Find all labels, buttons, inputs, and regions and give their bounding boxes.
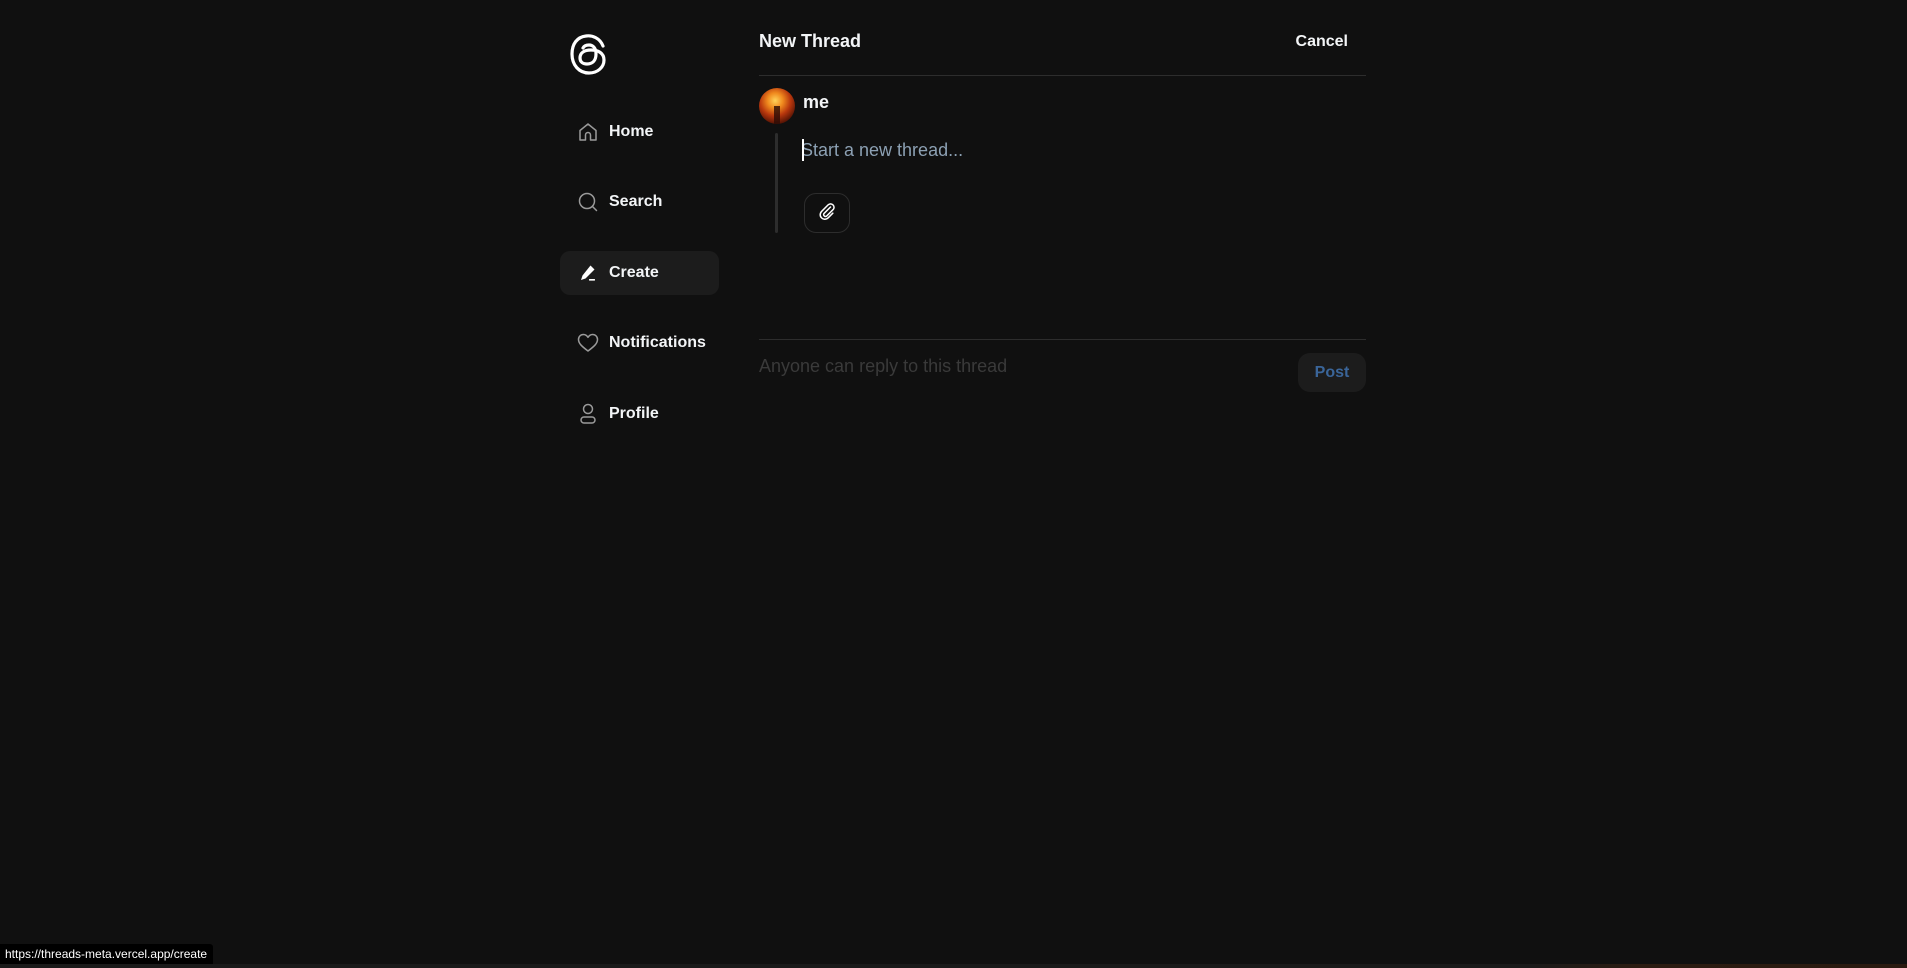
threads-logo-icon[interactable] <box>568 32 610 76</box>
avatar <box>759 88 795 124</box>
page-title: New Thread <box>759 31 862 51</box>
thread-line <box>775 133 778 233</box>
status-bar-url: https://threads-meta.vercel.app/create <box>0 944 214 964</box>
username: me <box>803 92 830 112</box>
sidebar-item-search[interactable]: Search <box>560 180 719 224</box>
user-icon <box>577 403 599 425</box>
sidebar-item-label: Create <box>609 264 659 281</box>
paperclip-icon <box>818 202 836 225</box>
header-divider <box>759 75 1366 76</box>
text-caret <box>802 139 804 161</box>
reply-permission-text: Anyone can reply to this thread <box>759 356 1008 376</box>
header: New Thread Cancel <box>759 28 1366 56</box>
attach-button[interactable] <box>804 193 850 233</box>
threads-create-page: Home Search Create Notifications Profile… <box>0 0 1907 968</box>
footer-divider <box>759 339 1366 340</box>
sidebar-item-label: Profile <box>609 405 659 422</box>
post-button[interactable]: Post <box>1298 353 1366 392</box>
sidebar-item-label: Home <box>609 123 654 140</box>
sidebar-item-home[interactable]: Home <box>560 110 719 154</box>
thread-text-input[interactable] <box>801 136 1361 164</box>
sidebar-item-label: Notifications <box>609 334 706 351</box>
pencil-icon <box>577 262 599 284</box>
sidebar-item-profile[interactable]: Profile <box>560 392 719 436</box>
sidebar-item-label: Search <box>609 193 663 210</box>
sidebar-item-create[interactable]: Create <box>560 251 719 295</box>
bottom-edge <box>0 964 1907 968</box>
heart-icon <box>577 332 599 354</box>
cancel-button[interactable]: Cancel <box>1296 33 1348 51</box>
home-icon <box>577 121 599 143</box>
sidebar-item-notifications[interactable]: Notifications <box>560 321 719 365</box>
search-icon <box>577 191 599 213</box>
